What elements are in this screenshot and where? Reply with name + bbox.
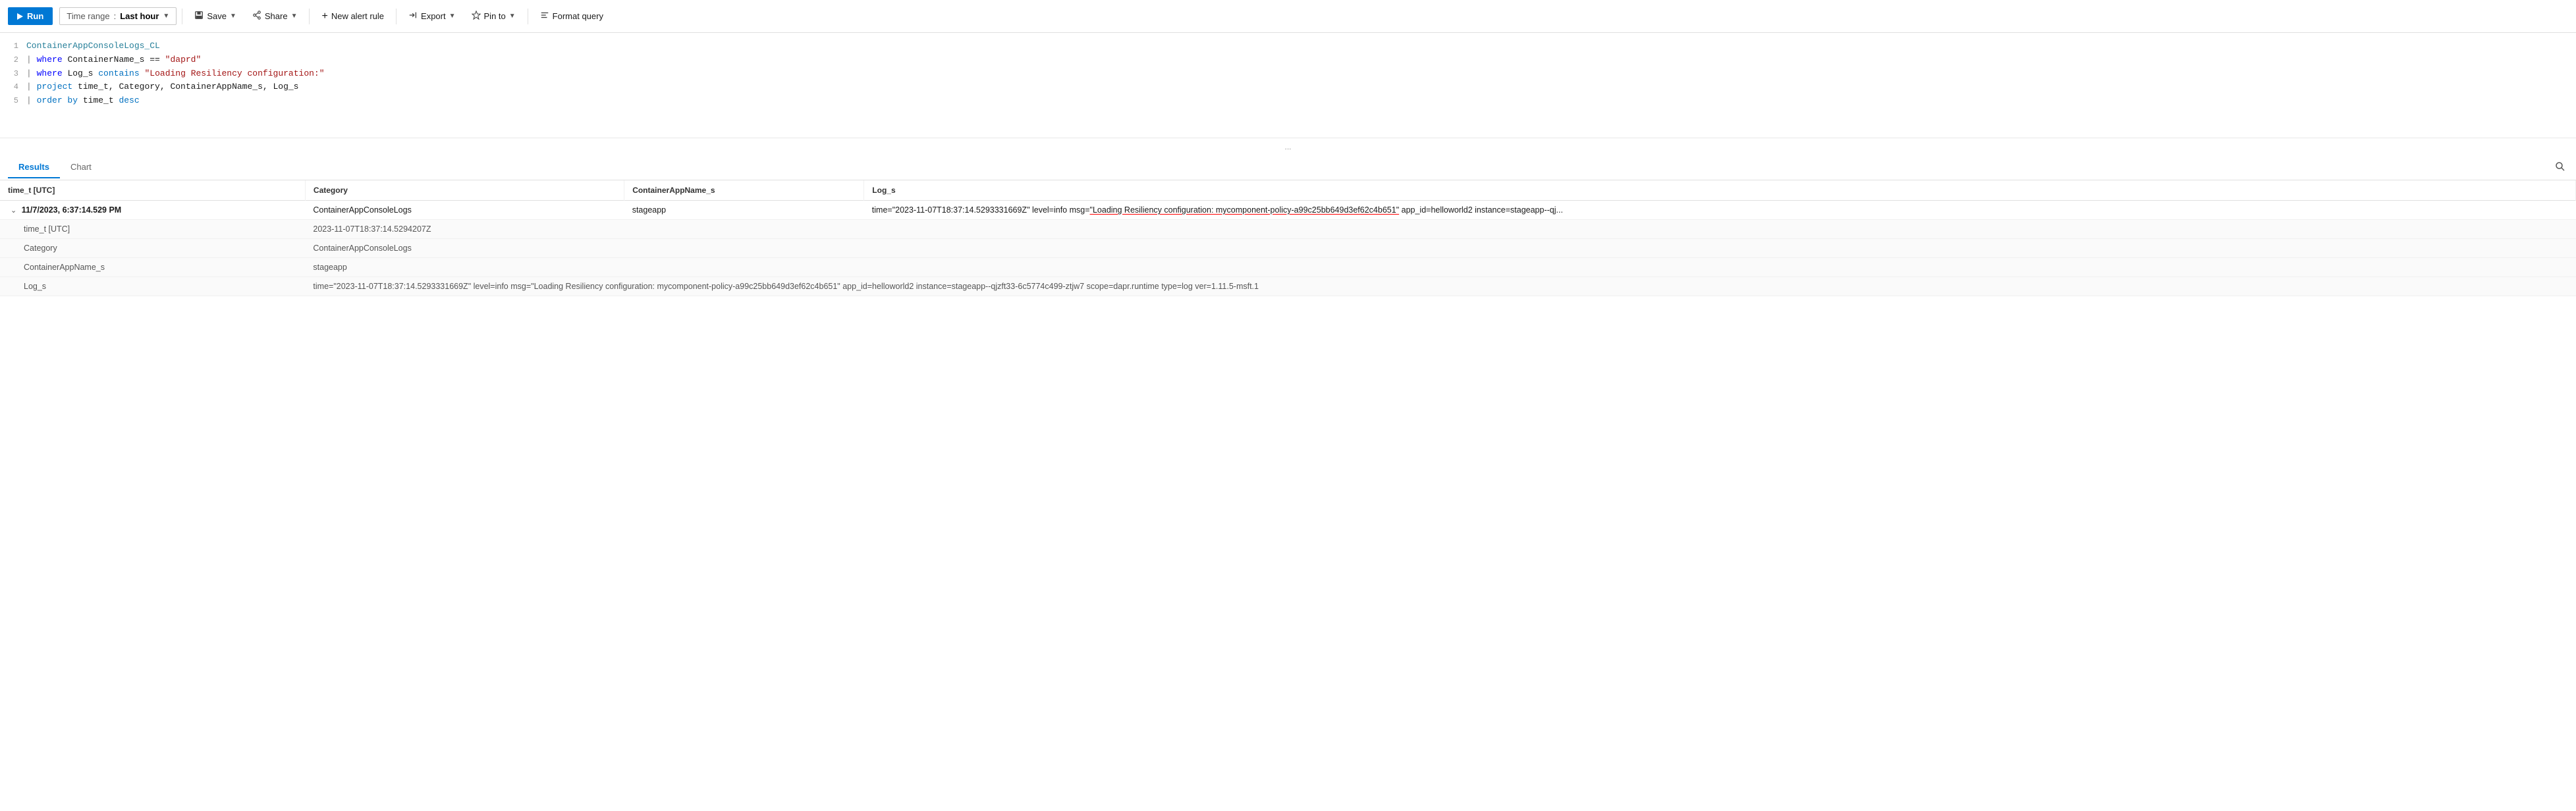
chevron-down-icon: ▼ <box>163 13 169 20</box>
save-chevron-icon: ▼ <box>230 13 236 20</box>
col-header-time: time_t [UTC] <box>0 180 305 201</box>
code-line-2: 2 | where ContainerName_s == "daprd" <box>0 53 2576 67</box>
export-label: Export <box>421 11 446 21</box>
share-label: Share <box>265 11 288 21</box>
list-item: Category ContainerAppConsoleLogs <box>0 239 2576 258</box>
save-label: Save <box>207 11 227 21</box>
format-query-button[interactable]: Format query <box>534 7 610 25</box>
pin-icon <box>472 11 481 22</box>
list-item: ContainerAppName_s stageapp <box>0 258 2576 277</box>
save-button[interactable]: Save ▼ <box>188 7 243 25</box>
expanded-label-time: time_t [UTC] <box>0 220 305 239</box>
editor-ellipsis: ... <box>0 138 2576 155</box>
toolbar: Run Time range : Last hour ▼ Save ▼ Shar… <box>0 0 2576 33</box>
code-line-4: 4 | project time_t, Category, ContainerA… <box>0 80 2576 94</box>
new-alert-button[interactable]: + New alert rule <box>315 8 391 25</box>
run-button[interactable]: Run <box>8 7 53 25</box>
time-range-label: Time range <box>67 11 109 21</box>
cell-category: ContainerAppConsoleLogs <box>305 201 624 220</box>
tabs-container: Results Chart <box>8 157 102 178</box>
expanded-value-log: time="2023-11-07T18:37:14.5293331669Z" l… <box>305 277 2575 296</box>
new-alert-label: New alert rule <box>331 11 384 21</box>
log-highlighted: "Loading Resiliency configuration: mycom… <box>1090 205 1400 215</box>
time-range-button[interactable]: Time range : Last hour ▼ <box>59 7 177 25</box>
log-prefix: time="2023-11-07T18:37:14.5293331669Z" l… <box>872 205 1090 215</box>
run-label: Run <box>27 11 43 21</box>
export-button[interactable]: Export ▼ <box>402 7 462 25</box>
play-icon <box>17 13 23 20</box>
expanded-label-appname: ContainerAppName_s <box>0 258 305 277</box>
plus-icon: + <box>321 11 327 22</box>
col-header-appname: ContainerAppName_s <box>624 180 864 201</box>
list-item: Log_s time="2023-11-07T18:37:14.52933316… <box>0 277 2576 296</box>
col-header-category: Category <box>305 180 624 201</box>
format-label: Format query <box>553 11 603 21</box>
expanded-label-category: Category <box>0 239 305 258</box>
list-item: time_t [UTC] 2023-11-07T18:37:14.5294207… <box>0 220 2576 239</box>
code-editor[interactable]: 1 ContainerAppConsoleLogs_CL 2 | where C… <box>0 33 2576 138</box>
save-icon <box>194 11 204 22</box>
results-search-button[interactable] <box>2552 159 2568 176</box>
pin-chevron-icon: ▼ <box>509 13 516 20</box>
tab-results[interactable]: Results <box>8 157 60 178</box>
code-token: ContainerAppConsoleLogs_CL <box>26 41 160 51</box>
toolbar-separator-3 <box>396 9 397 24</box>
expand-row-button[interactable]: ⌄ <box>8 206 19 215</box>
format-icon <box>540 11 549 22</box>
results-container: time_t [UTC] Category ContainerAppName_s… <box>0 180 2576 296</box>
table-row: ⌄ 11/7/2023, 6:37:14.529 PM ContainerApp… <box>0 201 2576 220</box>
export-chevron-icon: ▼ <box>449 13 456 20</box>
share-icon <box>252 11 261 22</box>
col-header-log: Log_s <box>864 180 2576 201</box>
results-table: time_t [UTC] Category ContainerAppName_s… <box>0 180 2576 296</box>
log-suffix: app_id=helloworld2 instance=stageapp--qj… <box>1399 205 1563 215</box>
share-chevron-icon: ▼ <box>291 13 298 20</box>
results-tabs: Results Chart <box>0 155 2576 180</box>
cell-log: time="2023-11-07T18:37:14.5293331669Z" l… <box>864 201 2576 220</box>
expanded-label-log: Log_s <box>0 277 305 296</box>
expanded-value-appname: stageapp <box>305 258 2575 277</box>
code-line-1: 1 ContainerAppConsoleLogs_CL <box>0 39 2576 53</box>
pin-button[interactable]: Pin to ▼ <box>465 7 522 25</box>
tab-chart[interactable]: Chart <box>60 157 102 178</box>
export-icon <box>408 11 418 22</box>
expanded-value-time: 2023-11-07T18:37:14.5294207Z <box>305 220 2575 239</box>
main-time-value: 11/7/2023, 6:37:14.529 PM <box>22 205 122 215</box>
cell-time: ⌄ 11/7/2023, 6:37:14.529 PM <box>0 201 305 220</box>
code-line-5: 5 | order by time_t desc <box>0 94 2576 108</box>
code-line-3: 3 | where Log_s contains "Loading Resili… <box>0 67 2576 81</box>
time-range-sep: : <box>114 11 117 21</box>
table-header-row: time_t [UTC] Category ContainerAppName_s… <box>0 180 2576 201</box>
toolbar-separator-2 <box>309 9 310 24</box>
pin-label: Pin to <box>484 11 506 21</box>
share-button[interactable]: Share ▼ <box>246 7 304 25</box>
expanded-value-category: ContainerAppConsoleLogs <box>305 239 2575 258</box>
time-range-value: Last hour <box>120 11 159 21</box>
cell-app: stageapp <box>624 201 864 220</box>
